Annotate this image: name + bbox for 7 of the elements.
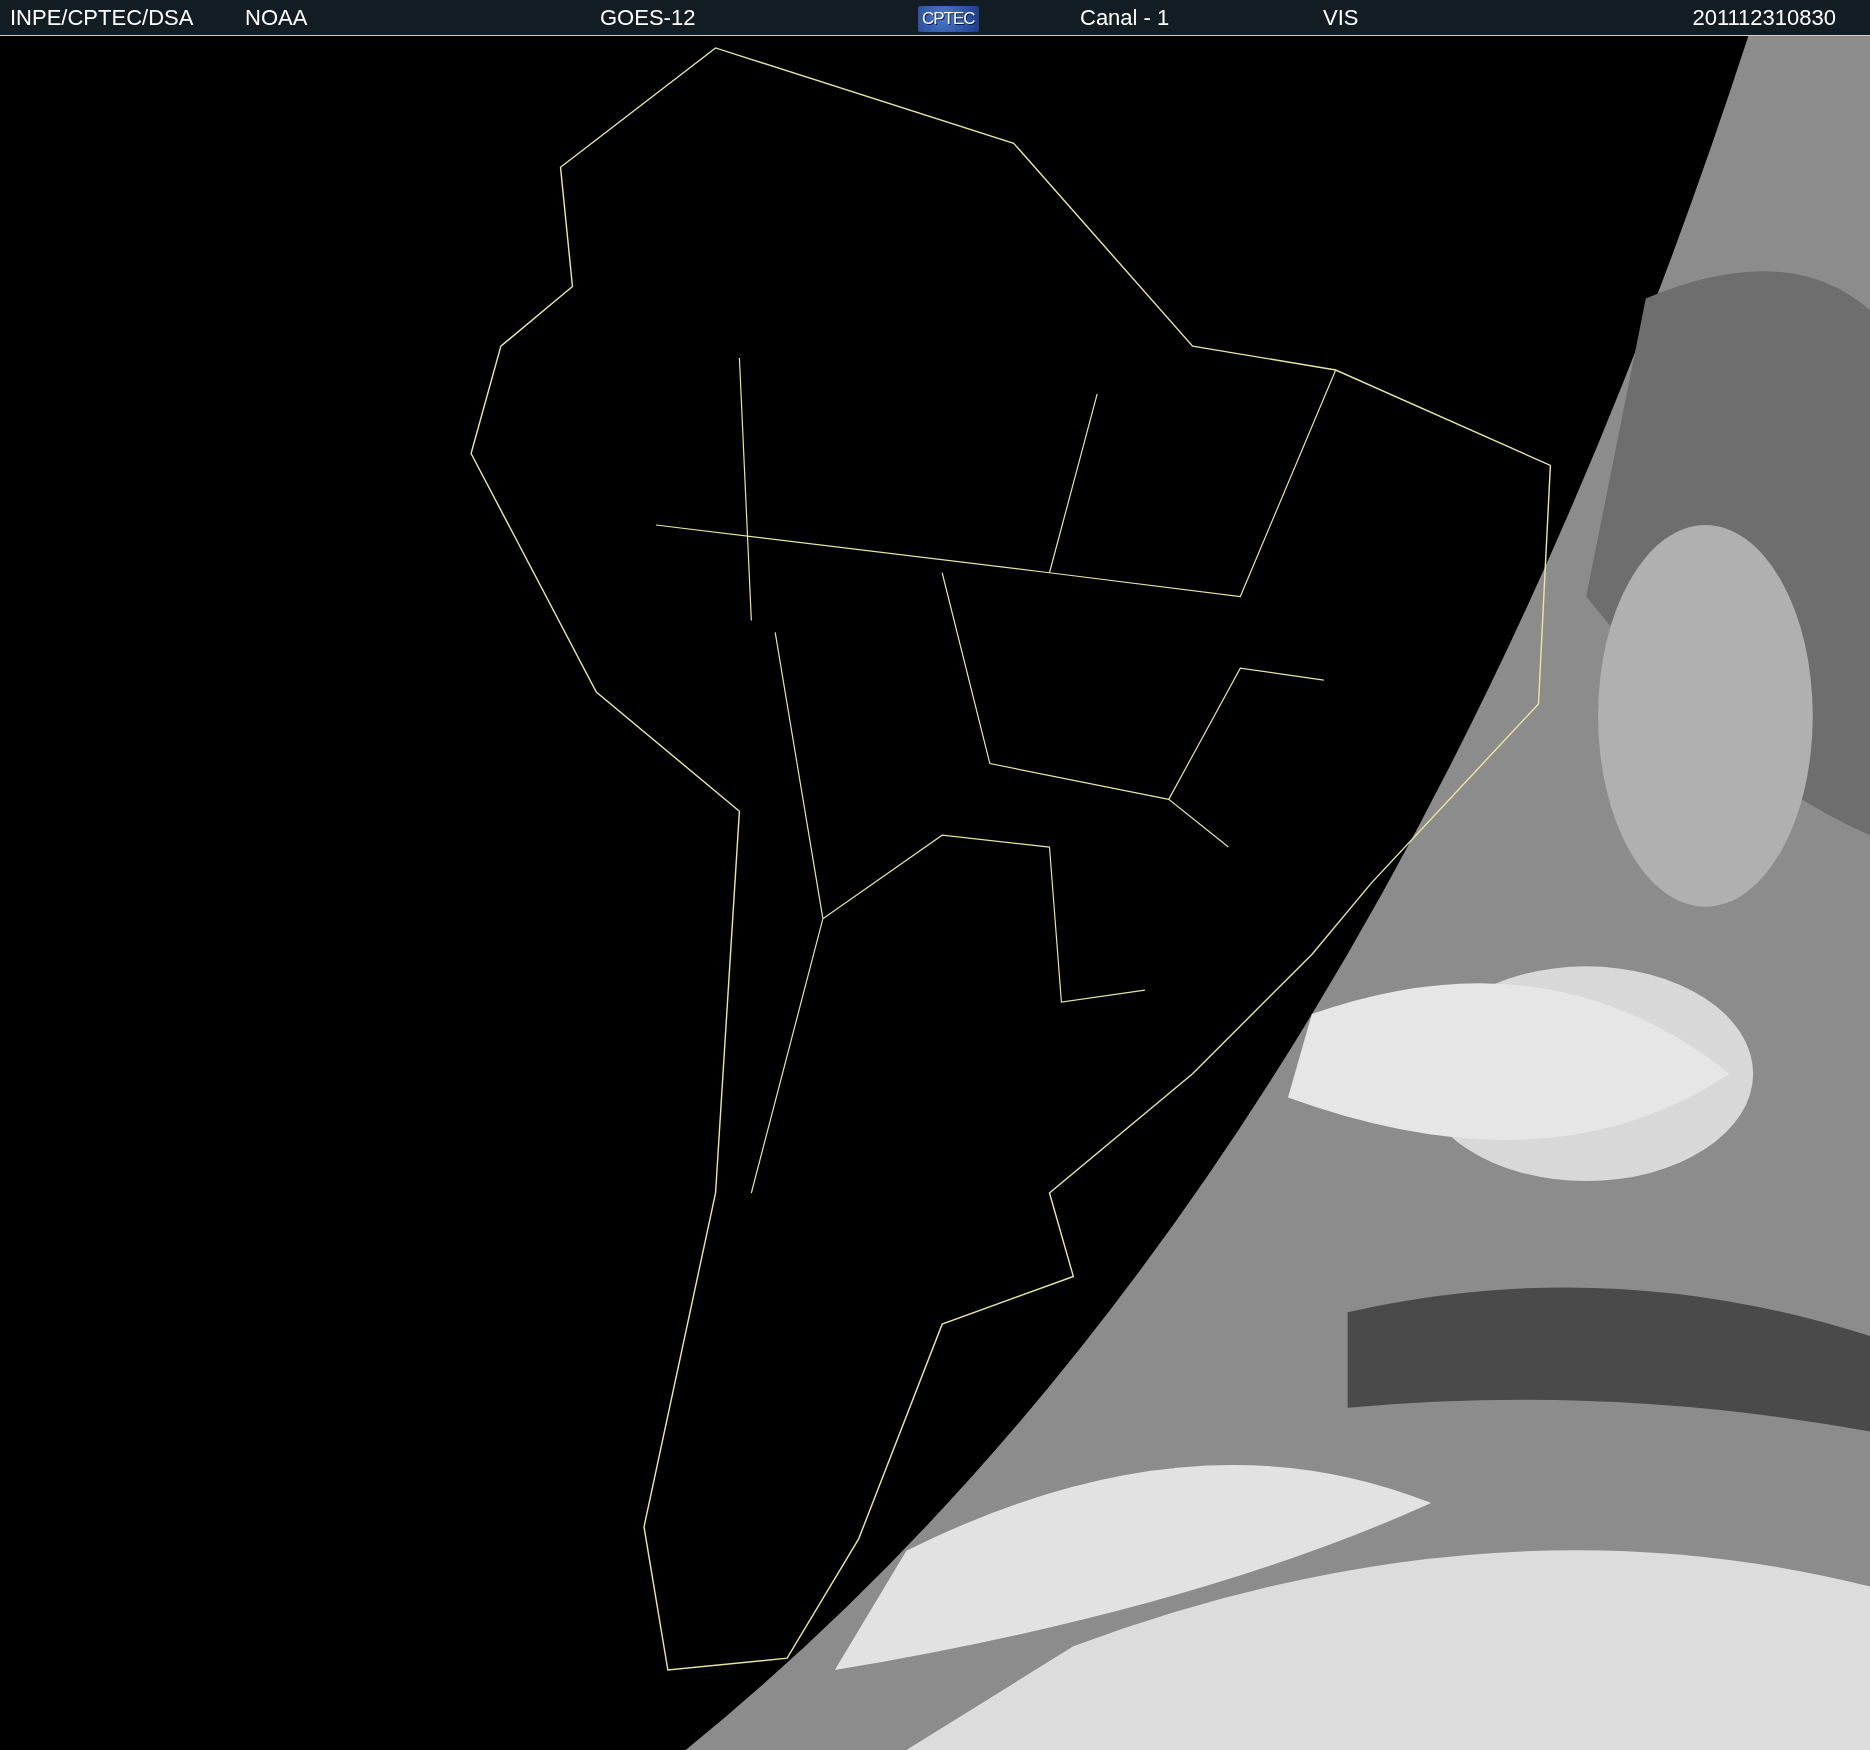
header-label: 201112310830 (1691, 4, 1836, 31)
header-label: VIS (1323, 4, 1360, 31)
header-label: NOAA (245, 4, 309, 31)
header-label: Canal - 1 (1080, 4, 1171, 31)
header-label: GOES-12 (600, 4, 697, 31)
header-label: INPE/CPTEC/DSA (10, 4, 195, 31)
logo: CPTEC (918, 5, 979, 32)
